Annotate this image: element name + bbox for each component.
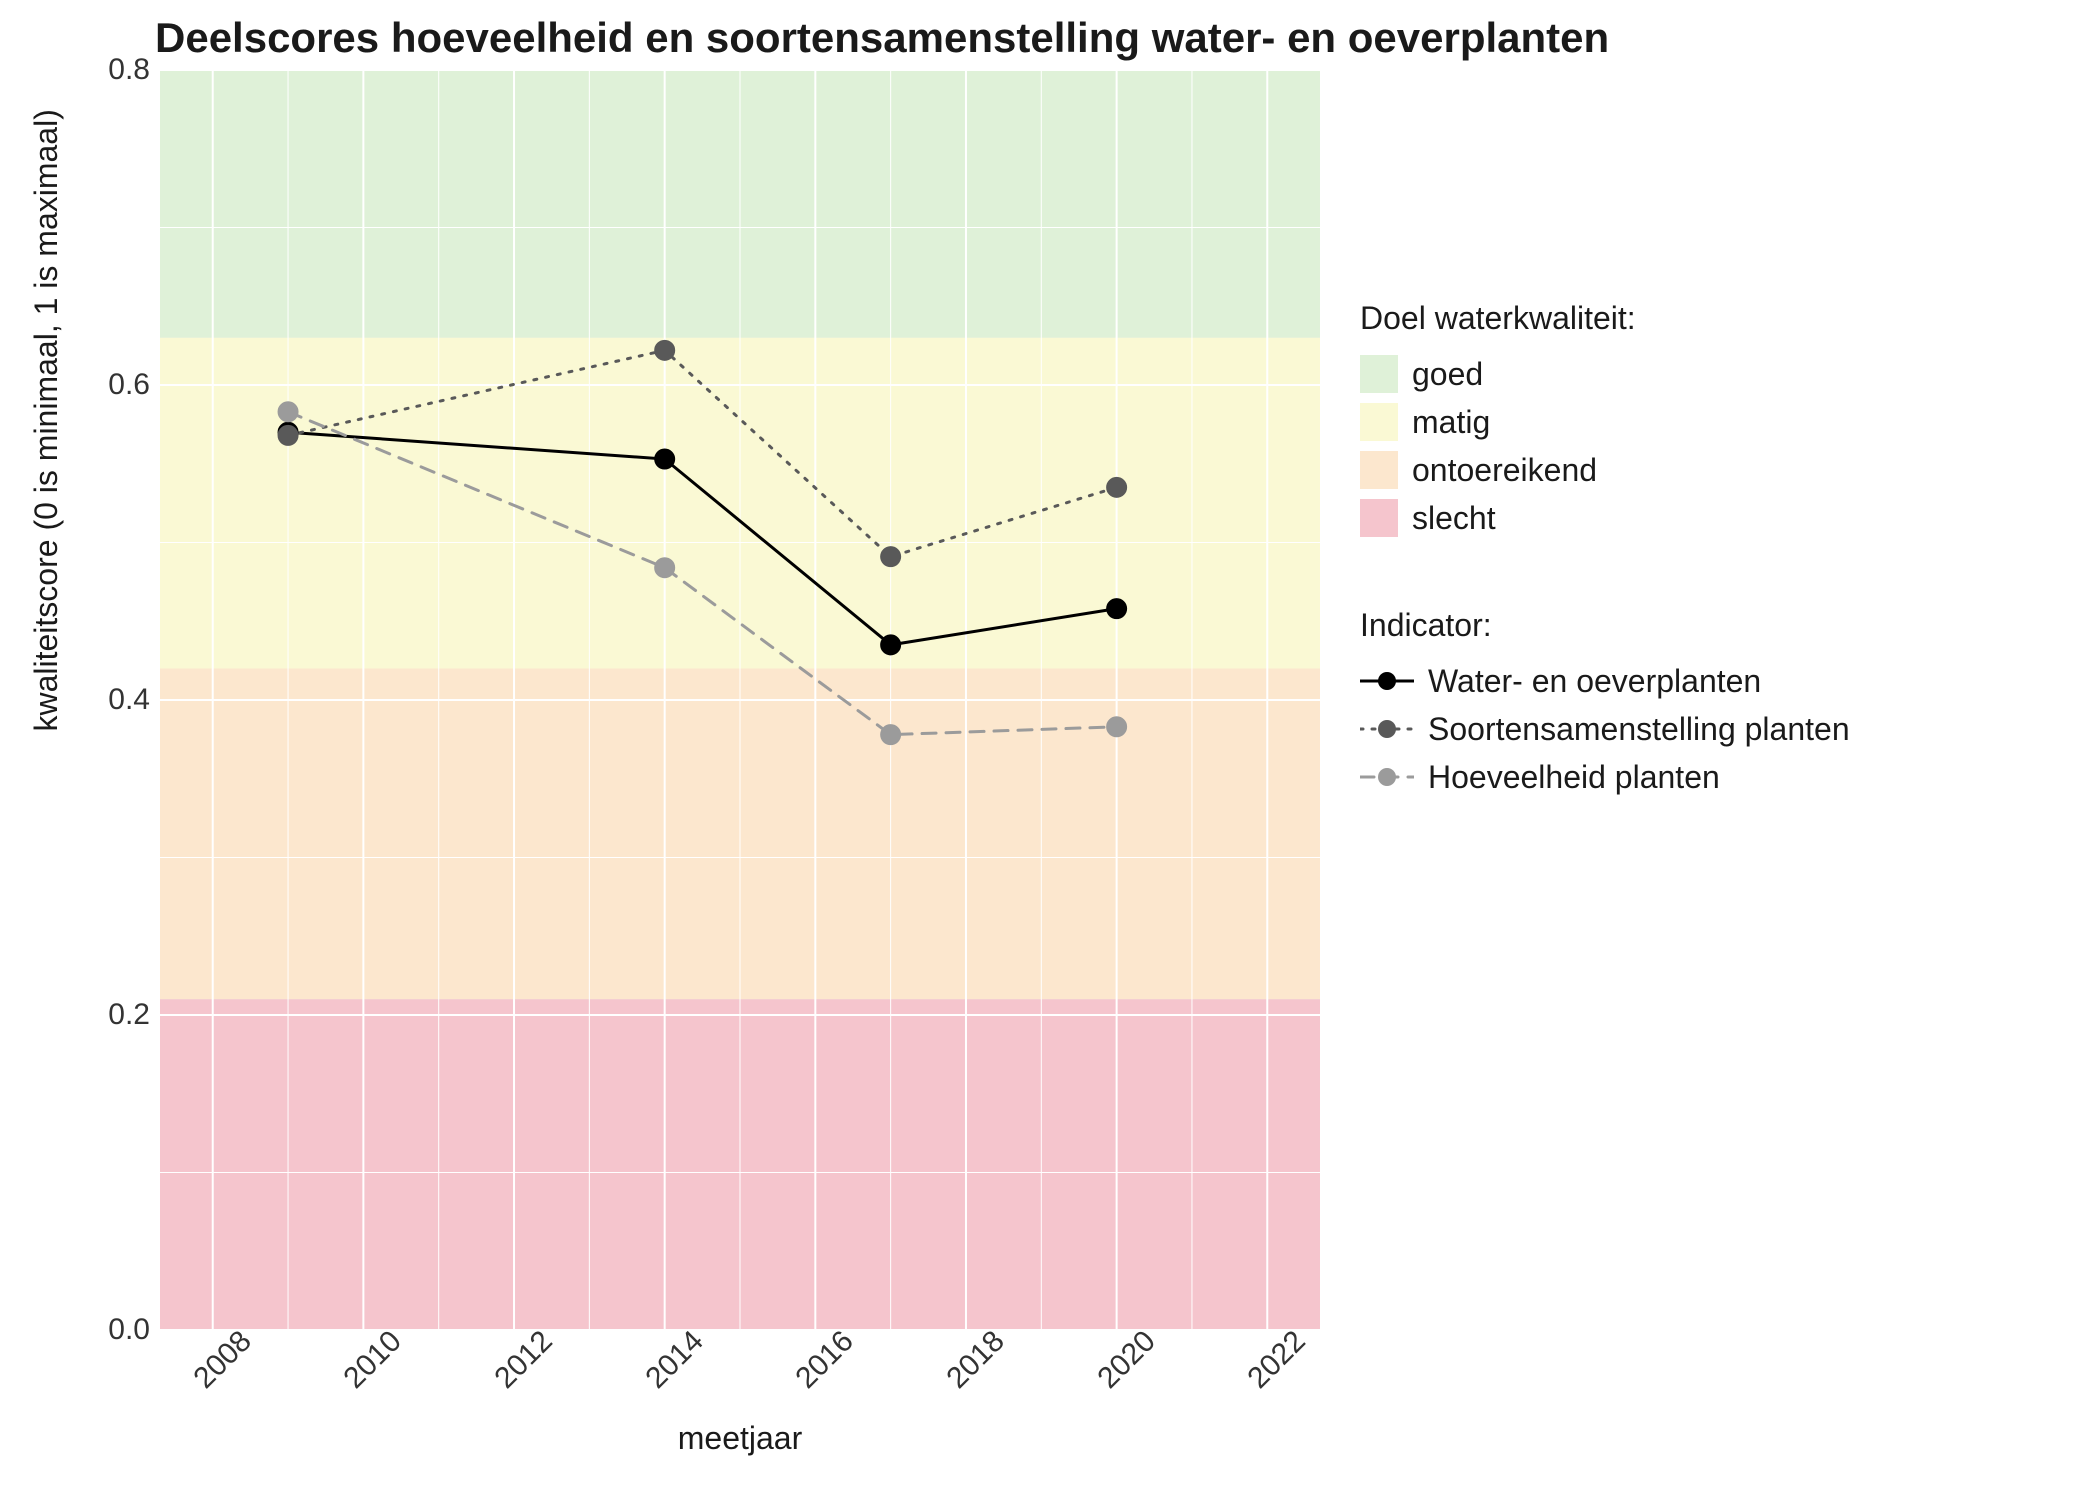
legend-band-item: ontoereikend xyxy=(1360,451,2060,489)
legend-swatch xyxy=(1360,499,1398,537)
series-point xyxy=(881,547,901,567)
legend-band-label: matig xyxy=(1412,404,1490,441)
series-point xyxy=(655,340,675,360)
series-point xyxy=(278,402,298,422)
series-point xyxy=(881,635,901,655)
legend-swatch xyxy=(1360,355,1398,393)
x-tick-label: 2018 xyxy=(940,1324,1011,1395)
legend-series-item: Water- en oeverplanten xyxy=(1360,662,2060,700)
legend-line-swatch xyxy=(1360,710,1414,748)
y-tick-label: 0.8 xyxy=(60,53,150,87)
x-tick-label: 2014 xyxy=(639,1324,710,1395)
y-axis-label: kwaliteitscore (0 is minimaal, 1 is maxi… xyxy=(28,109,65,731)
chart-title: Deelscores hoeveelheid en soortensamenst… xyxy=(155,14,1609,62)
legend-series-label: Soortensamenstelling planten xyxy=(1428,711,1850,748)
legend-band-label: ontoereikend xyxy=(1412,452,1597,489)
x-tick-label: 2012 xyxy=(488,1324,559,1395)
series-point xyxy=(655,449,675,469)
x-tick-label: 2008 xyxy=(187,1324,258,1395)
legend: Doel waterkwaliteit: goed matig ontoereike… xyxy=(1360,300,2060,806)
legend-band-item: slecht xyxy=(1360,499,2060,537)
legend-series-title: Indicator: xyxy=(1360,607,2060,644)
y-tick-label: 0.2 xyxy=(60,998,150,1032)
legend-swatch xyxy=(1360,403,1398,441)
legend-band-item: matig xyxy=(1360,403,2060,441)
legend-series-item: Soortensamenstelling planten xyxy=(1360,710,2060,748)
legend-line-swatch xyxy=(1360,662,1414,700)
x-tick-label: 2016 xyxy=(790,1324,861,1395)
plot-area xyxy=(160,70,1320,1330)
legend-band-item: goed xyxy=(1360,355,2060,393)
series-point xyxy=(278,425,298,445)
legend-series-label: Hoeveelheid planten xyxy=(1428,759,1720,796)
y-tick-label: 0.4 xyxy=(60,683,150,717)
legend-line-swatch xyxy=(1360,758,1414,796)
x-tick-label: 2022 xyxy=(1242,1324,1313,1395)
legend-band-label: goed xyxy=(1412,356,1483,393)
y-tick-label: 0.6 xyxy=(60,368,150,402)
legend-bands: goed matig ontoereikend slecht xyxy=(1360,355,2060,537)
series-point xyxy=(881,725,901,745)
series-point xyxy=(1107,717,1127,737)
series-point xyxy=(655,558,675,578)
legend-series: Water- en oeverplanten Soortensamenstelli… xyxy=(1360,662,2060,796)
legend-series-label: Water- en oeverplanten xyxy=(1428,663,1761,700)
legend-swatch xyxy=(1360,451,1398,489)
x-tick-label: 2010 xyxy=(338,1324,409,1395)
y-tick-label: 0.0 xyxy=(60,1313,150,1347)
legend-band-label: slecht xyxy=(1412,500,1496,537)
series-point xyxy=(1107,599,1127,619)
series-point xyxy=(1107,477,1127,497)
legend-series-item: Hoeveelheid planten xyxy=(1360,758,2060,796)
legend-bands-title: Doel waterkwaliteit: xyxy=(1360,300,2060,337)
chart-figure: Deelscores hoeveelheid en soortensamenst… xyxy=(0,0,2100,1500)
x-axis-label: meetjaar xyxy=(678,1420,803,1457)
x-tick-label: 2020 xyxy=(1091,1324,1162,1395)
